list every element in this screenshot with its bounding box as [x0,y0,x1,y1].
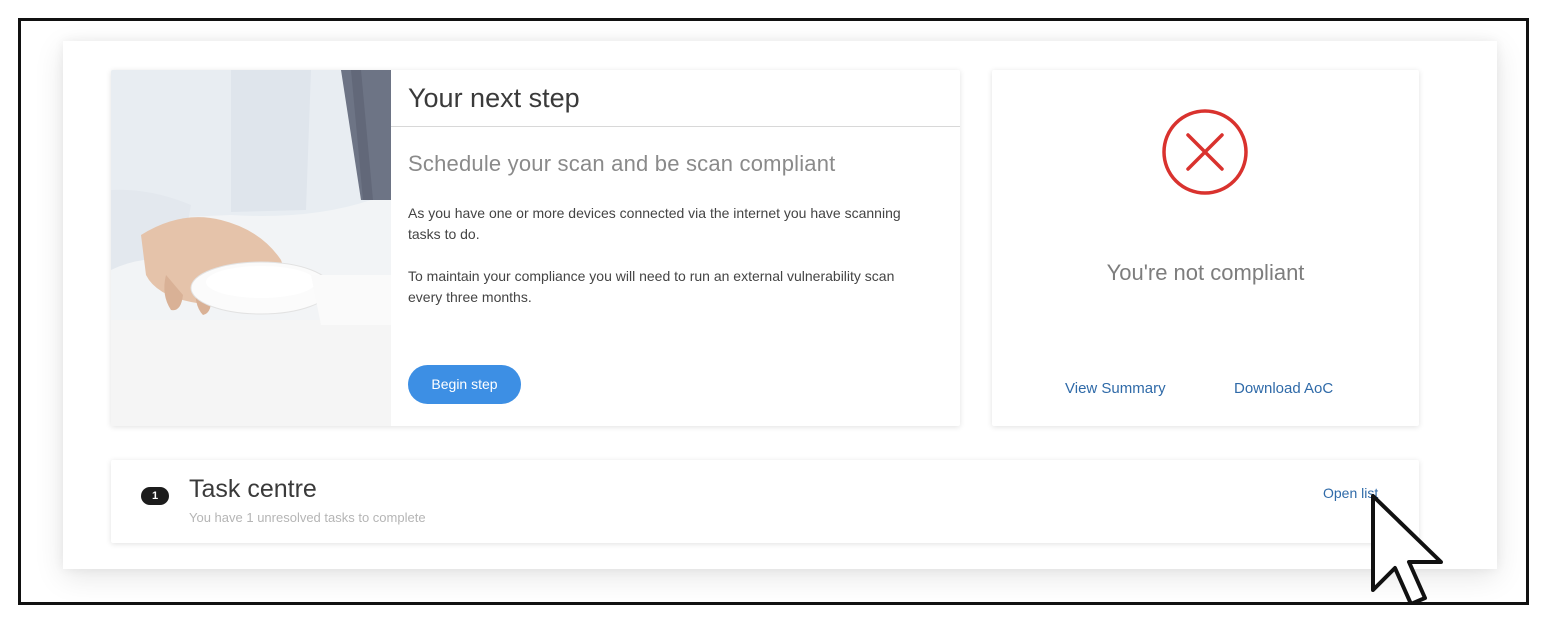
task-centre-subtitle: You have 1 unresolved tasks to complete [189,510,426,525]
screenshot-frame: Your next step Schedule your scan and be… [18,18,1529,605]
next-step-body: Your next step Schedule your scan and be… [391,70,960,426]
open-list-link[interactable]: Open list [1323,485,1378,501]
task-centre-title: Task centre [189,475,317,503]
next-step-description: As you have one or more devices connecte… [408,205,901,242]
next-step-card: Your next step Schedule your scan and be… [111,70,960,426]
hand-on-mouse-photo [111,70,391,426]
compliance-status-text: You're not compliant [1106,260,1305,285]
download-aoc-link[interactable]: Download AoC [1234,380,1333,397]
compliance-card: You're not compliant View Summary Downlo… [992,70,1419,426]
next-step-title: Your next step [391,70,960,127]
view-summary-link[interactable]: View Summary [1065,380,1166,397]
dashboard-panel: Your next step Schedule your scan and be… [63,41,1497,569]
next-step-subtitle: Schedule your scan and be scan compliant [408,151,836,176]
error-circle-x-icon [1162,109,1248,195]
task-count-badge: 1 [141,487,169,505]
task-centre-card: 1 Task centre You have 1 unresolved task… [111,460,1419,543]
next-step-compliance-note: To maintain your compliance you will nee… [408,268,895,305]
photo-illustration [111,70,391,426]
begin-step-button[interactable]: Begin step [408,365,521,404]
